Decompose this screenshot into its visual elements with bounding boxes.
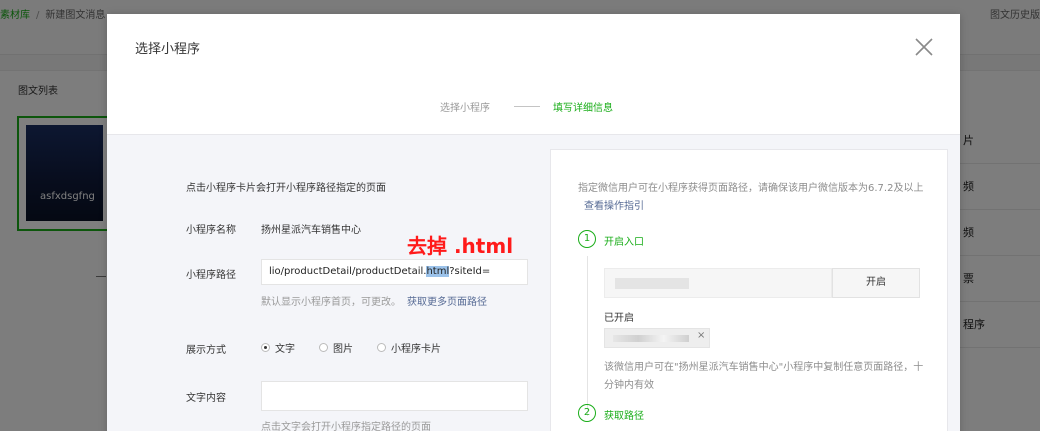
radio-image-label: 图片 [333,343,353,355]
path-tip-text: 默认显示小程序首页，可更改。 [261,297,401,308]
annotation-remove-html: 去掉 .html [407,234,514,258]
path-label: 小程序路径 [186,270,236,281]
step-fill-details: 填写详细信息 [553,103,613,114]
radio-image[interactable]: 图片 [319,340,353,355]
step-line [587,256,588,416]
blurred-user-id [613,335,689,342]
guide-description: 指定微信用户可在小程序获得页面路径，请确保该用户微信版本为6.7.2及以上查看操… [578,180,938,216]
display-mode-label: 展示方式 [186,345,226,356]
step-2-label: 获取路径 [604,411,644,422]
radio-checked-icon [261,342,270,352]
step-1-badge: 1 [578,230,596,248]
radio-card[interactable]: 小程序卡片 [377,340,441,355]
text-content-tip: 点击文字会打开小程序指定路径的页面 [261,422,431,431]
step-1-label: 开启入口 [604,237,644,248]
blurred-wechat-id [615,278,689,289]
radio-unchecked-icon [319,342,328,352]
dialog-title: 选择小程序 [135,42,201,57]
step-indicator: 选择小程序 填写详细信息 [107,96,960,118]
miniprogram-name: 扬州星派汽车销售中心 [261,225,361,236]
more-paths-link[interactable]: 获取更多页面路径 [407,297,487,308]
details-form: 点击小程序卡片会打开小程序路径指定的页面 小程序名称 扬州星派汽车销售中心 小程… [107,135,547,431]
radio-card-label: 小程序卡片 [391,343,441,355]
text-content-input[interactable] [261,381,528,411]
radio-text[interactable]: 文字 [261,340,295,355]
path-text-before: lio/productDetail/productDetail. [269,266,427,277]
radio-unchecked-icon [377,342,386,352]
path-input[interactable]: lio/productDetail/productDetail.html?sit… [261,259,528,285]
close-icon[interactable] [913,36,935,58]
opened-user-tag: × [604,328,710,348]
step-connector [514,106,540,107]
guide-link[interactable]: 查看操作指引 [584,201,644,212]
step-2-badge: 2 [578,404,596,422]
path-text-after: ?siteId= [449,266,491,277]
name-label: 小程序名称 [186,225,236,236]
opened-label: 已开启 [604,313,634,324]
wechat-id-input[interactable] [604,268,832,298]
guide-description-text: 指定微信用户可在小程序获得页面路径，请确保该用户微信版本为6.7.2及以上 [578,183,924,194]
enable-button[interactable]: 开启 [832,268,920,298]
dialog-body: 点击小程序卡片会打开小程序路径指定的页面 小程序名称 扬州星派汽车销售中心 小程… [107,134,960,431]
step-select-miniprogram: 选择小程序 [440,103,490,114]
path-selected-text: html [426,266,450,277]
form-description: 点击小程序卡片会打开小程序路径指定的页面 [186,183,386,194]
tag-close-icon[interactable]: × [697,330,705,341]
opened-note: 该微信用户可在"扬州星派汽车销售中心"小程序中复制任意页面路径，十分钟内有效 [604,362,924,391]
path-guide-card: 指定微信用户可在小程序获得页面路径，请确保该用户微信版本为6.7.2及以上查看操… [550,149,948,431]
select-miniprogram-dialog: 选择小程序 选择小程序 填写详细信息 点击小程序卡片会打开小程序路径指定的页面 … [107,14,960,431]
text-content-label: 文字内容 [186,393,226,404]
path-tip: 默认显示小程序首页，可更改。 获取更多页面路径 [261,293,487,308]
radio-text-label: 文字 [275,343,295,355]
